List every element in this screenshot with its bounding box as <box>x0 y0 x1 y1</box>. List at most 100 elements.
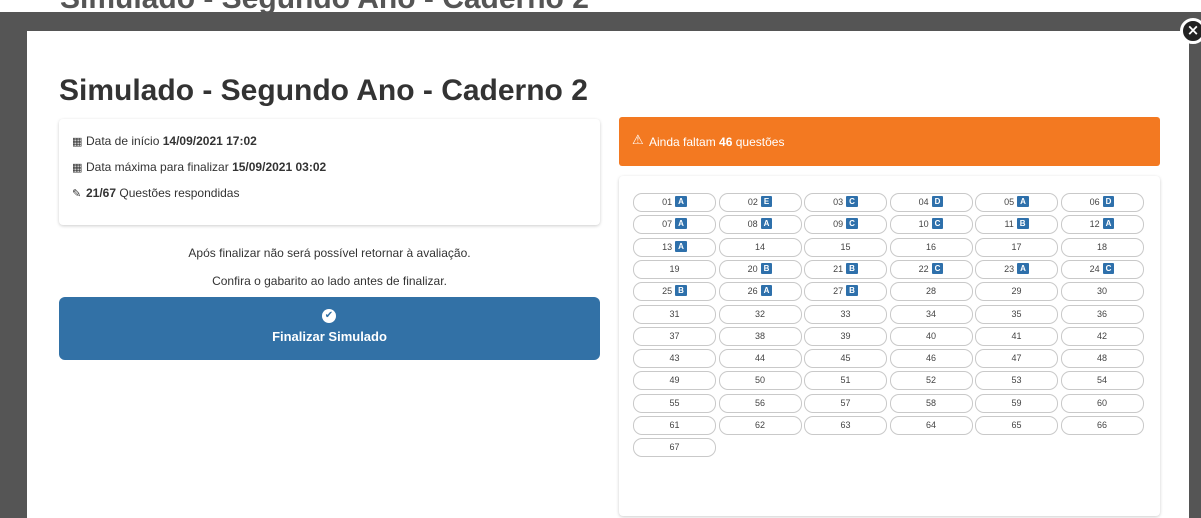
question-button[interactable]: 63 <box>804 416 887 435</box>
answer-badge: A <box>675 218 687 230</box>
question-button[interactable]: 22 C <box>889 259 973 279</box>
question-button[interactable]: 35 <box>975 304 1058 324</box>
pencil-icon: ✎ <box>72 187 82 200</box>
question-button[interactable]: 15 <box>804 237 887 257</box>
question-button[interactable]: 13 A <box>633 237 716 257</box>
question-button[interactable]: 18 <box>1060 237 1144 257</box>
question-button[interactable]: 25 B <box>633 282 716 302</box>
question-button[interactable]: 02 E <box>718 193 802 212</box>
question-number: 55 <box>669 397 680 408</box>
question-button[interactable]: 16 <box>889 237 973 257</box>
question-button[interactable]: 06 D <box>1060 193 1144 212</box>
answer-badge: B <box>1016 218 1029 230</box>
answer-badge: C <box>931 262 944 274</box>
question-button[interactable]: 40 <box>889 326 973 346</box>
question-number: 09 <box>833 219 844 230</box>
question-button[interactable]: 37 <box>633 326 716 346</box>
question-button[interactable]: 55 <box>633 393 716 413</box>
question-button[interactable]: 52 <box>889 371 973 391</box>
question-button[interactable]: 60 <box>1060 393 1144 413</box>
question-button[interactable]: 24 C <box>1060 259 1144 279</box>
question-button[interactable]: 12 A <box>1060 215 1144 235</box>
question-button[interactable]: 48 <box>1060 349 1144 369</box>
question-button[interactable]: 20 B <box>718 259 802 279</box>
question-button[interactable]: 43 <box>633 349 716 369</box>
question-button[interactable]: 62 <box>718 416 802 435</box>
question-number: 58 <box>925 397 936 408</box>
question-button[interactable]: 11 B <box>975 215 1058 235</box>
question-button[interactable]: 30 <box>1060 282 1144 302</box>
answer-badge: B <box>760 262 773 274</box>
answer-badge: A <box>760 285 773 297</box>
question-button[interactable]: 26 A <box>718 282 802 302</box>
question-button[interactable]: 38 <box>718 326 802 346</box>
answer-badge: C <box>1102 262 1115 274</box>
question-button[interactable]: 34 <box>889 304 973 324</box>
question-button[interactable]: 56 <box>718 393 802 413</box>
answered-row: ✎ 21/67 Questões respondidas <box>72 186 239 200</box>
question-button[interactable]: 59 <box>975 393 1058 413</box>
question-button[interactable]: 17 <box>975 237 1058 257</box>
question-button[interactable]: 44 <box>718 349 802 369</box>
start-date-value: 14/09/2021 17:02 <box>162 134 257 148</box>
question-number: 60 <box>1096 397 1107 408</box>
question-button[interactable]: 53 <box>975 371 1058 391</box>
question-button[interactable]: 39 <box>804 326 887 346</box>
close-icon[interactable]: × <box>1180 18 1201 44</box>
question-button[interactable]: 50 <box>718 371 802 391</box>
question-button[interactable]: 21 B <box>804 259 887 279</box>
question-button[interactable]: 19 <box>633 259 716 279</box>
warning-icon: ⚠ <box>632 133 644 148</box>
question-number: 28 <box>925 286 936 297</box>
question-number: 22 <box>918 263 929 274</box>
question-button[interactable]: 58 <box>889 393 973 413</box>
question-button[interactable]: 41 <box>975 326 1058 346</box>
question-number: 53 <box>1011 375 1022 386</box>
question-number: 19 <box>669 263 680 274</box>
end-date-label: Data máxima para finalizar <box>86 160 229 174</box>
question-button[interactable]: 04 D <box>889 193 973 212</box>
end-date-row: ▦ Data máxima para finalizar 15/09/2021 0… <box>72 160 326 174</box>
question-button[interactable]: 54 <box>1060 371 1144 391</box>
question-button[interactable]: 29 <box>975 282 1058 302</box>
question-button[interactable]: 23 A <box>975 259 1058 279</box>
question-button[interactable]: 47 <box>975 349 1058 369</box>
finalize-button-label: Finalizar Simulado <box>272 329 387 344</box>
calendar-icon: ▦ <box>72 161 83 174</box>
answer-badge: A <box>1017 262 1029 274</box>
question-button[interactable]: 61 <box>633 416 716 435</box>
question-button[interactable]: 32 <box>718 304 802 324</box>
question-button[interactable]: 03 C <box>804 193 887 212</box>
question-button[interactable]: 07 A <box>633 215 716 235</box>
question-button[interactable]: 57 <box>804 393 887 413</box>
question-button[interactable]: 31 <box>633 304 716 324</box>
question-button[interactable]: 36 <box>1060 304 1144 324</box>
question-button[interactable]: 14 <box>718 237 802 257</box>
question-button[interactable]: 67 <box>633 438 716 458</box>
question-button[interactable]: 46 <box>889 349 973 369</box>
question-button[interactable]: 65 <box>975 416 1058 435</box>
question-button[interactable]: 28 <box>889 282 973 302</box>
question-number: 37 <box>669 330 680 341</box>
question-button[interactable]: 66 <box>1060 416 1144 435</box>
question-button[interactable]: 49 <box>633 371 716 391</box>
question-button[interactable]: 51 <box>804 371 887 391</box>
question-button[interactable]: 42 <box>1060 326 1144 346</box>
finalize-button[interactable]: ✔ Finalizar Simulado <box>59 297 600 360</box>
question-button[interactable]: 01 A <box>633 193 716 212</box>
question-number: 63 <box>840 420 851 430</box>
question-button[interactable]: 08 A <box>718 215 802 235</box>
question-button[interactable]: 05 A <box>975 193 1058 212</box>
question-number: 34 <box>925 308 936 319</box>
question-number: 33 <box>840 308 851 319</box>
question-button[interactable]: 64 <box>889 416 973 435</box>
question-number: 59 <box>1011 397 1022 408</box>
question-button[interactable]: 45 <box>804 349 887 369</box>
question-button[interactable]: 09 C <box>804 215 887 235</box>
question-button[interactable]: 27 B <box>804 282 887 302</box>
question-button[interactable]: 10 C <box>889 215 973 235</box>
question-number: 45 <box>840 353 851 364</box>
question-button[interactable]: 33 <box>804 304 887 324</box>
question-number: 14 <box>754 241 765 252</box>
question-number: 50 <box>754 375 765 386</box>
